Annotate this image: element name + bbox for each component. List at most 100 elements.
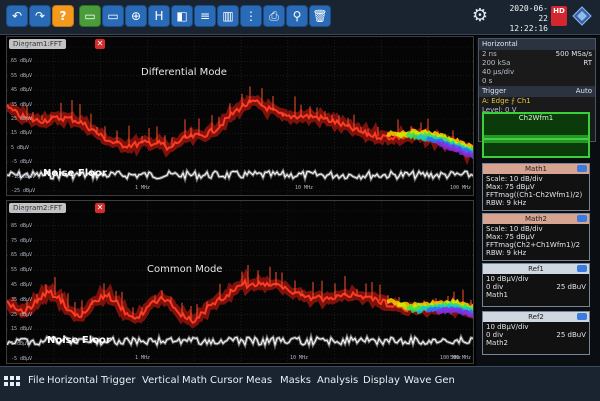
help-button[interactable]: ? (52, 5, 74, 27)
math2-line: Max: 75 dBµV (486, 233, 535, 241)
menu-item-display[interactable]: Display (363, 375, 400, 386)
rohde-schwarz-logo-icon (572, 6, 592, 26)
y-axis-label: 95 dBµV (11, 208, 33, 214)
ref1-card[interactable]: Ref1 10 dBµV/div 0 div 25 dBuV Math1 (482, 263, 590, 307)
y-axis-label: -25 dBµV (11, 188, 36, 194)
redo-button[interactable]: ↷ (29, 5, 51, 27)
ref-icon: ⋮ (245, 9, 257, 23)
y-axis-label: 5 dBµV (11, 144, 30, 151)
menu-item-masks[interactable]: Masks (280, 375, 311, 386)
horizontal-row: 40 µs/div (479, 68, 595, 77)
zoom-icon: ⊕ (130, 9, 142, 23)
ref-button[interactable]: ⋮ (240, 5, 262, 27)
y-axis-label: -15 dBµV (11, 173, 36, 180)
ref2-tag-icon[interactable] (577, 313, 587, 320)
math1-card[interactable]: Math1 Scale: 10 dB/div Max: 75 dBµV FFTmag… (482, 163, 590, 211)
menu-item-file[interactable]: File (28, 375, 45, 386)
diagram1-differential-mode[interactable]: Diagram1:FFT ✕ Differential Mode Noise F… (6, 36, 474, 196)
diagram1-title: Differential Mode (141, 67, 227, 78)
ref1-source: Math1 (486, 291, 508, 299)
horizontal-row-left: 40 µs/div (482, 68, 515, 76)
math2-card[interactable]: Math2 Scale: 10 dB/div Max: 75 dBµV FFTmag… (482, 213, 590, 261)
hist-button[interactable]: H (148, 5, 170, 27)
gear-icon[interactable]: ⚙ (470, 6, 490, 26)
diagram1-close-icon[interactable]: ✕ (95, 39, 105, 49)
ref2-level: 25 dBuV (556, 331, 586, 339)
ref2-card[interactable]: Ref2 10 dBµV/div 0 div 25 dBuV Math2 (482, 311, 590, 355)
date-text: 2020-06-22 (509, 4, 548, 23)
menu-bar: File Horizontal Trigger Vertical Math Cursor M… (0, 366, 600, 401)
oscilloscope-screen: ⚙ 2020-06-22 12:22:16 HD ↶ ↷? ▭ ▭ ⊕ H ◧ ≡ ▥ ⋮ ⎙ ⚲ 🗑 … (0, 0, 600, 401)
zoom-button[interactable]: ⊕ (125, 5, 147, 27)
delete-button[interactable]: 🗑 (309, 5, 331, 27)
math2-line: RBW: 9 kHz (486, 249, 527, 257)
open-file-button[interactable]: ▭ (79, 5, 101, 27)
hd-badge[interactable]: HD (551, 6, 567, 26)
y-axis-label: 55 dBµV (11, 267, 33, 274)
usb-button[interactable]: ⚲ (286, 5, 308, 27)
math2-tag-icon[interactable] (577, 215, 587, 222)
y-axis-label: 45 dBµV (11, 87, 33, 94)
math2-line: Scale: 10 dB/div (486, 225, 543, 233)
app-grid-icon[interactable] (4, 376, 20, 392)
diagram1-noise-floor-label: Noise Floor (43, 168, 107, 179)
diagram2-common-mode[interactable]: Diagram2:FFT ✕ Common Mode Noise Floor 9… (6, 200, 474, 364)
ch2wfm1-label: Ch2Wfm1 (518, 114, 554, 122)
trigger-header[interactable]: Trigger Auto (479, 86, 595, 97)
horizontal-row-right: RT (583, 59, 592, 67)
screen-icon: ◧ (176, 9, 188, 23)
math1-line: RBW: 9 kHz (486, 199, 527, 207)
math1-tag-icon[interactable] (577, 165, 587, 172)
x-axis-label: 10 MHz (290, 355, 309, 361)
horizontal-row-left: 2 ns (482, 50, 497, 58)
y-axis-label: 55 dBµV (11, 72, 33, 79)
undo-button[interactable]: ↶ (6, 5, 28, 27)
diagram2-noise-floor-label: Noise Floor (47, 335, 111, 346)
trigger-mode: Auto (575, 87, 592, 95)
y-axis-label: 35 dBµV (11, 101, 33, 108)
ref1-tag-icon[interactable] (577, 265, 587, 272)
meas-button[interactable]: ▥ (217, 5, 239, 27)
diagram2-title: Common Mode (147, 264, 223, 275)
ref1-title: Ref1 (483, 264, 589, 274)
y-axis-label: 5 dBµV (11, 341, 30, 348)
ch2wfm1-thumbnail[interactable]: Ch2Wfm1 (482, 112, 590, 158)
diagram2-close-icon[interactable]: ✕ (95, 203, 105, 213)
menu-item-meas[interactable]: Meas (246, 375, 272, 386)
time-text: 12:22:16 (509, 24, 548, 33)
y-axis-label: 85 dBµV (11, 222, 33, 229)
math2-line: FFTmag(Ch2+Ch1Wfm1)/2 (486, 241, 581, 249)
menu-item-analysis[interactable]: Analysis (317, 375, 358, 386)
menu-item-math[interactable]: Math (182, 375, 207, 386)
y-axis-label: 15 dBµV (11, 130, 33, 137)
math1-line: Scale: 10 dB/div (486, 175, 543, 183)
menu-item-cursor[interactable]: Cursor (210, 375, 243, 386)
datetime: 2020-06-22 12:22:16 (500, 4, 548, 34)
y-axis-label: 75 dBµV (11, 44, 33, 50)
math1-title: Math1 (483, 164, 589, 174)
y-axis-label: 25 dBµV (11, 116, 33, 122)
menu-item-wave-gen[interactable]: Wave Gen (404, 375, 455, 386)
horizontal-title: Horizontal (479, 39, 595, 50)
print-button[interactable]: ⎙ (263, 5, 285, 27)
toolbar: ⚙ 2020-06-22 12:22:16 HD ↶ ↷? ▭ ▭ ⊕ H ◧ ≡ ▥ ⋮ ⎙ ⚲ 🗑 (0, 0, 600, 35)
screen-button[interactable]: ◧ (171, 5, 193, 27)
menu-item-vertical[interactable]: Vertical (142, 375, 179, 386)
horizontal-row: 2 ns 500 MSa/s (479, 50, 595, 59)
ch2wfm1-waveform (484, 135, 588, 143)
redo-icon: ↷ (34, 9, 46, 23)
ref2-offset: 0 div (486, 331, 504, 339)
math2-title: Math2 (483, 214, 589, 224)
undo-icon: ↶ (11, 9, 23, 23)
menu-item-trigger[interactable]: Trigger (101, 375, 136, 386)
save-file-button[interactable]: ▭ (102, 5, 124, 27)
usb-icon: ⚲ (292, 9, 302, 23)
delete-icon: 🗑 (312, 9, 328, 23)
menu-item-horizontal[interactable]: Horizontal (47, 375, 98, 386)
open-file-icon: ▭ (84, 9, 96, 23)
y-axis-label: -5 dBµV (11, 356, 33, 362)
mask-button[interactable]: ≡ (194, 5, 216, 27)
horizontal-row: 0 s (479, 77, 595, 86)
math1-line: FFTmag((Ch1-Ch2Wfm1)/2) (486, 191, 583, 199)
y-axis-label: 45 dBµV (11, 282, 33, 288)
